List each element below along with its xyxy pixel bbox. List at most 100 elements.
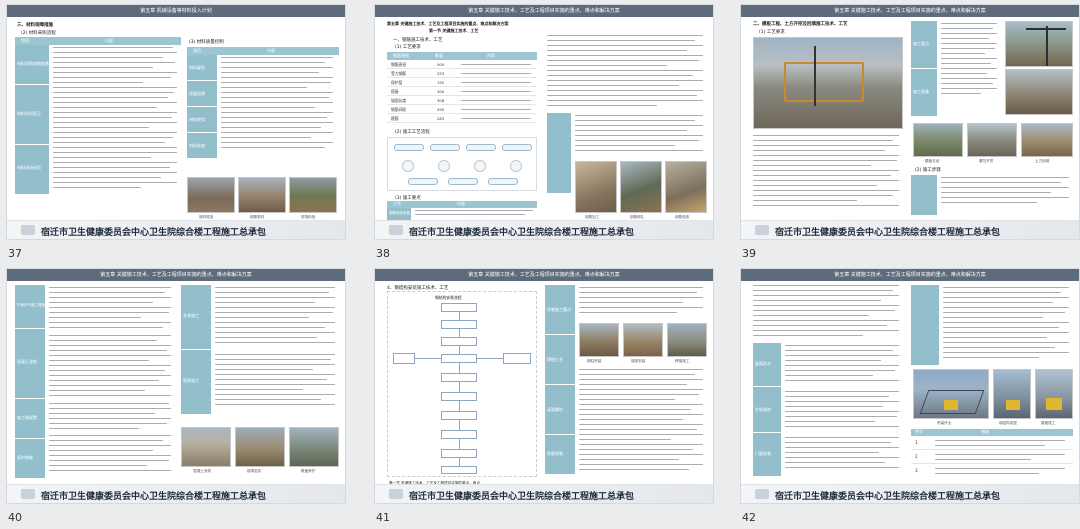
section-title: 二、模板工程、土方开挖及回填施工技术、工艺 [753, 22, 848, 27]
table-header: 钢筋规格 数量 内容 [387, 52, 537, 60]
table-cell: 2 [915, 454, 918, 459]
site-photo [967, 123, 1017, 157]
page-header: 第五章 机械设备等材料投入计划 [7, 5, 345, 17]
table-header-cell: 内容 [267, 48, 275, 53]
sidebar-label: 材料存放 [189, 143, 205, 148]
table-header-cell: 数量 [435, 53, 443, 58]
slide-page: 第五章 关键施工技术、工艺及工程项目实施的重点、难点和解决方案 第五章 关键施工… [374, 4, 714, 240]
sidebar-label: 雨季施工 [183, 378, 199, 383]
footer-text: 宿迁市卫生健康委员会中心卫生院综合楼工程施工总承包 [775, 228, 1001, 238]
header-title: 第五章 关键施工技术、工艺及工程项目实施的重点、难点和解决方案 [834, 8, 986, 14]
page-header: 第五章 关键施工技术、工艺及工程项目实施的重点、难点和解决方案 [741, 5, 1079, 17]
table-cell: 钢筋间距 [391, 107, 407, 112]
header-title: 第五章 关键施工技术、工艺及工程项目实施的重点、难点和解决方案 [834, 272, 986, 278]
page-number: 37 [8, 247, 22, 260]
table-cell: 保护层 [391, 80, 403, 85]
sidebar-label: 外墙装饰 [755, 407, 771, 412]
slide-page: 第五章 关键施工技术、工艺及工程项目实施的重点、难点和解决方案 二、模板工程、土… [740, 4, 1080, 240]
footer-text: 宿迁市卫生健康委员会中心卫生院综合楼工程施工总承包 [41, 228, 267, 238]
sidebar-label: 吊装施工要点 [547, 307, 571, 312]
flow-node [503, 353, 531, 364]
table-header-cell: 工序 [393, 201, 401, 206]
sidebar-label: 材料复检 [189, 65, 205, 70]
site-photo [993, 369, 1031, 419]
sidebar-label: 施工缝留置 [17, 415, 37, 420]
flow-node [441, 392, 477, 401]
photo-caption: 模板支设 [925, 159, 940, 163]
body-text [941, 177, 1073, 215]
sidebar-label: 焊接工艺 [547, 357, 563, 362]
page-number: 42 [742, 511, 756, 524]
table-header-cell: 序号 [915, 429, 923, 434]
header-title: 第五章 关键施工技术、工艺及工程项目实施的重点、难点和解决方案 [100, 272, 252, 278]
photo-caption: 焊接施工 [675, 359, 690, 363]
page-header: 第五章 关键施工技术、工艺及工程项目实施的重点、难点和解决方案 [7, 269, 345, 281]
page-header: 第五章 关键施工技术、工艺及工程项目实施的重点、难点和解决方案 [375, 5, 713, 17]
table-header: 序号 措施 [911, 429, 1073, 436]
flowchart-title: 钢结构安装流程 [435, 295, 462, 300]
logo-icon [755, 489, 769, 499]
section-heading: 第五章 关键施工技术、工艺及工程项目实施的重点、难点和解决方案 [387, 21, 509, 26]
site-photo [289, 177, 337, 213]
table-sidebar: 屋面防水 外墙装饰 门窗安装 [753, 343, 781, 477]
table-header-cell: 措施 [981, 429, 989, 434]
table-header: 项目 内容 [187, 47, 339, 55]
table-header-cell: 阶段 [21, 38, 29, 43]
sidebar-label: 钢筋制作安装 [389, 211, 410, 215]
table-header-cell: 项目 [193, 48, 201, 53]
flow-node [441, 373, 477, 382]
page-footer: 宿迁市卫生健康委员会中心卫生院综合楼工程施工总承包 [7, 220, 345, 239]
site-photo [238, 177, 286, 213]
page-number: 40 [8, 511, 22, 524]
table-row: 受力钢筋 253 [387, 69, 537, 78]
sidebar-label: 施工准备 [913, 89, 929, 94]
site-photo [913, 369, 989, 419]
slide-page: 第五章 关键施工技术、工艺及工程项目实施的重点、难点和解决方案 4、钢结构安装施… [374, 268, 714, 504]
table-cell: 283 [437, 116, 445, 121]
photo-caption: 钢结构成型 [999, 421, 1017, 425]
body-text [53, 47, 179, 193]
site-photo [667, 323, 707, 357]
slide-page: 第五章 关键施工技术、工艺及工程项目实施的重点、难点和解决方案 不良天气施工措施… [6, 268, 346, 504]
photo-caption: 吊装作业 [937, 421, 952, 425]
table-header-cell: 内容 [487, 53, 495, 58]
site-photo [289, 427, 339, 467]
table-sidebar: 材料复检 质量追溯 材料使用 材料存放 [187, 55, 217, 159]
page-footer: 宿迁市卫生健康委员会中心卫生院综合楼工程施工总承包 [375, 484, 713, 503]
footer-text: 宿迁市卫生健康委员会中心卫生院综合楼工程施工总承包 [409, 492, 635, 502]
table-cell: 253 [437, 71, 445, 76]
site-photo [1005, 21, 1073, 67]
logo-icon [389, 489, 403, 499]
flow-node [393, 353, 415, 364]
sidebar-label: 材料合同签订 [17, 111, 41, 116]
table-sidebar: 钢筋制作安装 [387, 208, 411, 220]
sub-title: 一、钢筋施工技术、工艺 [393, 38, 443, 43]
photo-caption: 基坑开挖 [979, 159, 994, 163]
slide-page: 第五章 机械设备等材料投入计划 三、材料保障措施 (2) 材料采购流程 阶段 内… [6, 4, 346, 240]
table-cell: 3 [915, 468, 918, 473]
flow-node [441, 337, 477, 346]
sidebar-label: 不良天气施工措施 [17, 303, 45, 307]
photo-caption: 土方回填 [1035, 159, 1050, 163]
site-photo [235, 427, 285, 467]
table-cell: 锚固长度 [391, 98, 407, 103]
table-sidebar [911, 175, 937, 215]
sub-title: (1) 工艺要求 [759, 30, 785, 35]
site-photo [1035, 369, 1073, 419]
slide-page: 第五章 关键施工技术、工艺及工程项目实施的重点、难点和解决方案 屋面防水 外墙装… [740, 268, 1080, 504]
header-title: 第五章 机械设备等材料投入计划 [140, 8, 212, 14]
table-cell: 箍筋 [391, 116, 399, 121]
body-text [943, 287, 1073, 367]
site-photo [620, 161, 662, 213]
sidebar-label: 施工要点 [913, 41, 929, 46]
sidebar-label: 材料采购前期准备 [17, 61, 49, 66]
body-text [579, 369, 707, 477]
chapter-title: 第一节 关键施工技术、工艺 [429, 28, 479, 33]
sidebar-label: 冬季施工 [183, 313, 199, 318]
flow-node [441, 466, 477, 474]
table-cell: 300 [437, 89, 445, 94]
page-number: 39 [742, 247, 756, 260]
site-photo [753, 37, 903, 129]
page-header: 第五章 关键施工技术、工艺及工程项目实施的重点、难点和解决方案 [375, 269, 713, 281]
footer-text: 宿迁市卫生健康委员会中心卫生院综合楼工程施工总承包 [775, 492, 1001, 502]
